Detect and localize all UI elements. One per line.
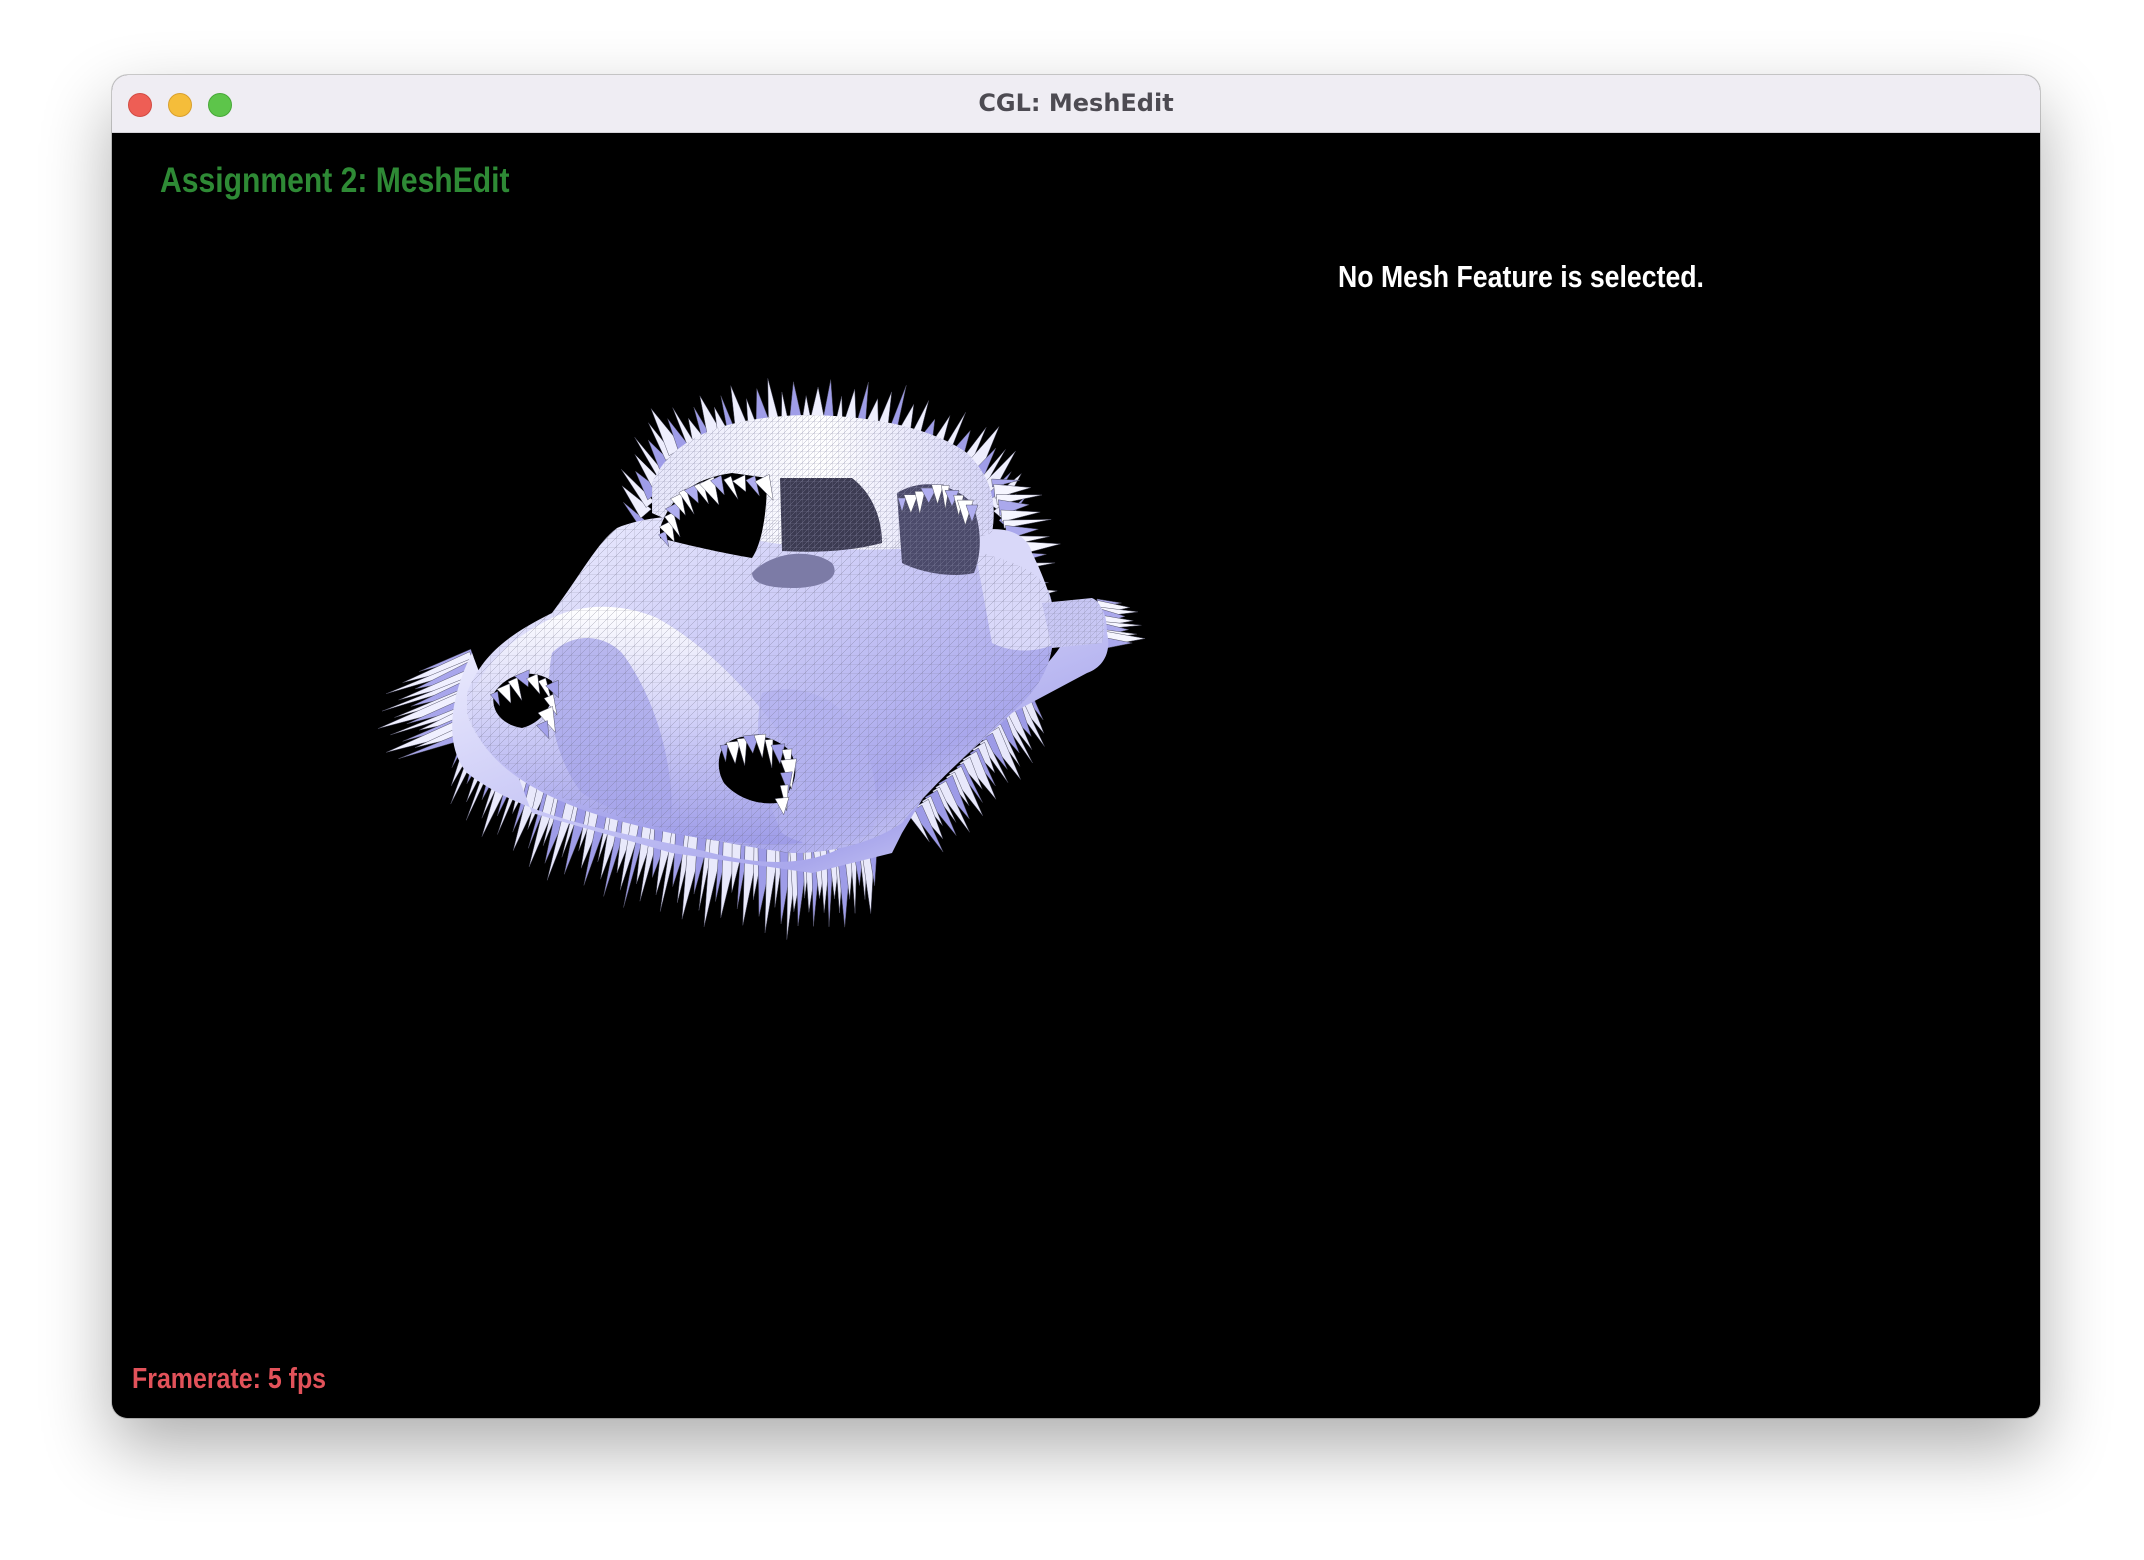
opengl-viewport[interactable]: Assignment 2: MeshEdit No Mesh Feature i… [112, 133, 2040, 1418]
framerate-readout: Framerate: 5 fps [132, 1363, 327, 1395]
title-bar[interactable]: CGL: MeshEdit [112, 75, 2040, 133]
car-mesh-render[interactable] [112, 133, 2040, 1418]
overlay-title: Assignment 2: MeshEdit [160, 161, 510, 200]
app-window: CGL: MeshEdit Assignment 2: MeshEdit No … [112, 75, 2040, 1418]
selection-status: No Mesh Feature is selected. [1338, 259, 1704, 294]
window-title: CGL: MeshEdit [978, 89, 1174, 117]
